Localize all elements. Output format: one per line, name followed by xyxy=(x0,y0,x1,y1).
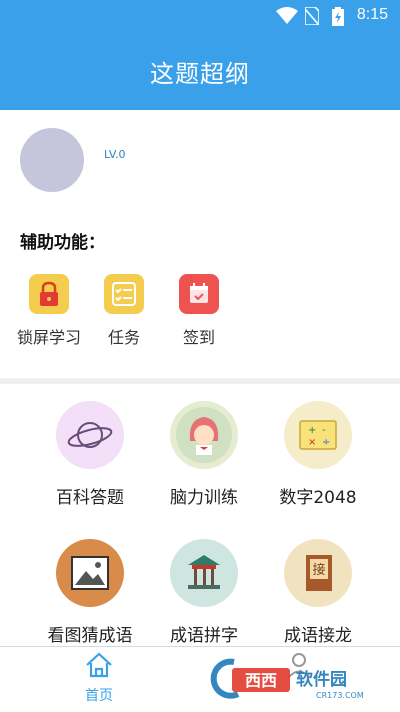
svg-text:+: + xyxy=(308,425,316,436)
number-2048-button[interactable]: + - × ÷ 数字2048 xyxy=(258,401,378,508)
calendar-icon xyxy=(179,274,219,314)
encyclopedia-quiz-label: 百科答题 xyxy=(56,488,124,508)
status-time: 8:15 xyxy=(356,6,388,23)
nav-home[interactable]: 首页 xyxy=(64,651,134,705)
profile-section: LV.0 辅助功能： 锁屏学习 任务 签到 xyxy=(0,110,400,378)
svg-text:接: 接 xyxy=(312,562,325,578)
home-icon xyxy=(64,651,134,683)
picture-idiom-button[interactable]: 看图猜成语 xyxy=(30,539,150,646)
wifi-icon xyxy=(276,7,298,29)
app-title: 这题超纲 xyxy=(150,60,250,88)
nav-home-label: 首页 xyxy=(85,688,113,704)
battery-icon xyxy=(332,7,344,30)
no-sim-icon xyxy=(304,6,320,29)
aux-section-title: 辅助功能： xyxy=(20,233,105,253)
book-icon: 接 xyxy=(284,539,352,607)
lock-study-button[interactable]: 锁屏学习 xyxy=(9,274,89,348)
svg-text:-: - xyxy=(322,425,326,436)
lock-icon xyxy=(29,274,69,314)
svg-text:÷: ÷ xyxy=(322,437,330,448)
task-icon xyxy=(104,274,144,314)
svg-text:×: × xyxy=(308,437,316,448)
idiom-spell-button[interactable]: 成语拼字 xyxy=(144,539,264,646)
pavilion-icon xyxy=(170,539,238,607)
encyclopedia-quiz-button[interactable]: 百科答题 xyxy=(30,401,150,508)
brain-training-label: 脑力训练 xyxy=(170,488,238,508)
idiom-chain-button[interactable]: 接 成语接龙 xyxy=(258,539,378,646)
lock-study-label: 锁屏学习 xyxy=(16,328,81,347)
task-label: 任务 xyxy=(107,328,140,347)
status-bar: 8:15 xyxy=(0,0,400,32)
planet-icon xyxy=(56,401,124,469)
picture-idiom-label: 看图猜成语 xyxy=(47,626,133,646)
svg-text:CR173.COM: CR173.COM xyxy=(316,691,364,700)
user-level: LV.0 xyxy=(104,148,126,161)
math-board-icon: + - × ÷ xyxy=(284,401,352,469)
task-button[interactable]: 任务 xyxy=(84,274,164,348)
checkin-button[interactable]: 签到 xyxy=(159,274,239,348)
svg-text:软件园: 软件园 xyxy=(296,669,347,690)
avatar[interactable] xyxy=(20,128,84,192)
app-header: 这题超纲 xyxy=(0,32,400,110)
idiom-spell-label: 成语拼字 xyxy=(170,626,238,646)
idiom-chain-label: 成语接龙 xyxy=(284,626,352,646)
svg-text:西西: 西西 xyxy=(245,671,277,690)
number-2048-label: 数字2048 xyxy=(279,488,357,508)
watermark-logo: 西西 软件园 CR173.COM xyxy=(204,656,394,702)
brain-girl-icon xyxy=(170,401,238,469)
brain-training-button[interactable]: 脑力训练 xyxy=(144,401,264,508)
picture-icon xyxy=(56,539,124,607)
section-divider xyxy=(0,378,400,384)
checkin-label: 签到 xyxy=(182,328,215,347)
